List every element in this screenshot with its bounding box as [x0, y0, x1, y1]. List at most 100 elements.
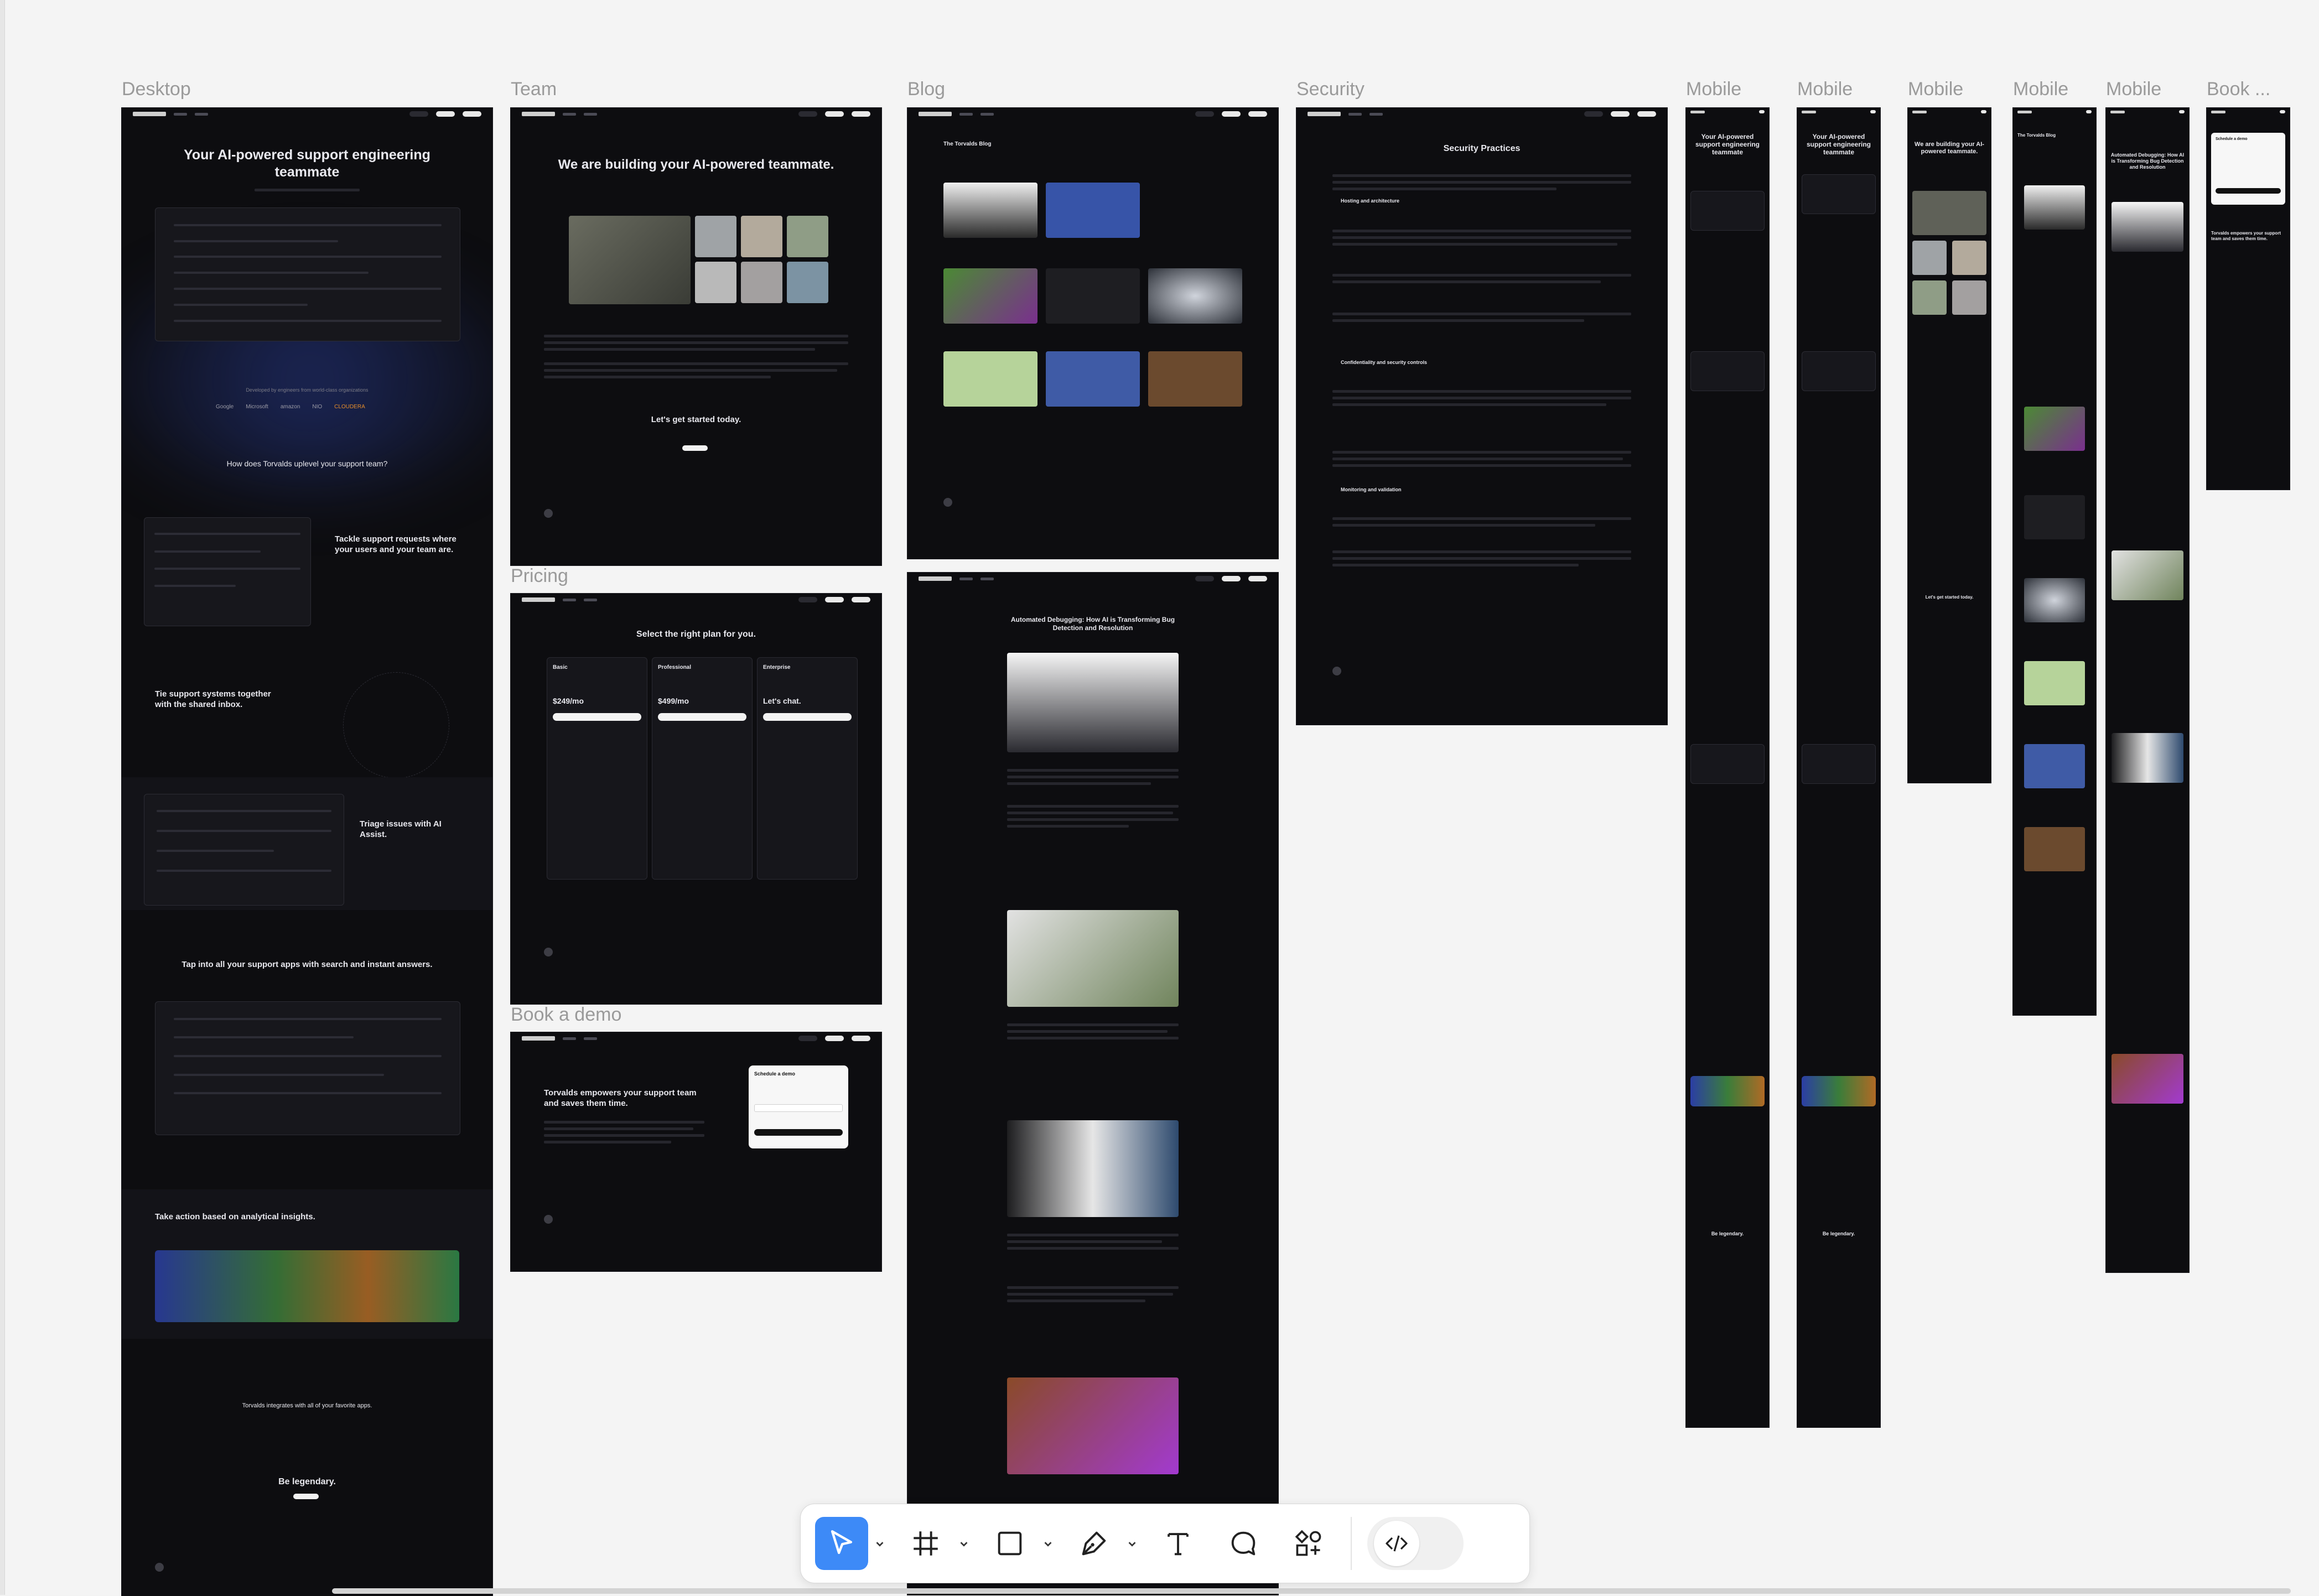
security-nav — [1296, 108, 1667, 120]
mobile-team-photo — [1912, 241, 1947, 275]
text-tool-button[interactable] — [1151, 1517, 1205, 1570]
frame-team[interactable]: We are building your AI-powered teammate… — [511, 108, 881, 565]
team-photo-6 — [787, 262, 828, 303]
design-canvas[interactable]: Desktop Team Pricing Book a demo Blog Se… — [0, 0, 2319, 1596]
frame-label-team[interactable]: Team — [511, 79, 557, 100]
blog-post-hero — [1007, 653, 1179, 752]
frame-label-desktop[interactable]: Desktop — [122, 79, 191, 100]
blog-thumb-2[interactable] — [1046, 183, 1140, 238]
left-panel-edge — [0, 0, 5, 1595]
plan-name: Professional — [658, 664, 692, 670]
mobile-team-photo — [1912, 280, 1947, 315]
plan-cta-button[interactable] — [763, 713, 852, 721]
mobile-team-photo — [1952, 241, 1986, 275]
plan-card-basic[interactable]: Basic $249/mo — [547, 657, 647, 880]
mobile-2-hero: Your AI-powered support engineering team… — [1806, 133, 1871, 156]
hero-app-screenshot — [155, 207, 460, 341]
frame-tool-button[interactable] — [899, 1517, 952, 1570]
desktop-hero-title: Your AI-powered support engineering team… — [184, 147, 430, 180]
frame-blog-index[interactable]: The Torvalds Blog — [907, 108, 1278, 559]
frame-mobile-3[interactable]: We are building your AI-powered teammate… — [1908, 108, 1991, 783]
mobile-demo-form[interactable]: Schedule a demo — [2211, 133, 2285, 205]
plan-cta-button[interactable] — [553, 713, 641, 721]
blog-post-nav — [907, 573, 1278, 585]
frame-mobile-5[interactable]: Automated Debugging: How AI is Transform… — [2106, 108, 2189, 1272]
frame-mobile-2[interactable]: Your AI-powered support engineering team… — [1797, 108, 1880, 1427]
plan-name: Enterprise — [763, 664, 791, 670]
mobile-post-image — [2112, 733, 2183, 783]
feature-3-screenshot — [144, 794, 344, 906]
blog-post-title: Automated Debugging: How AI is Transform… — [1010, 616, 1175, 632]
frame-label-mobile-3[interactable]: Mobile — [1908, 79, 1963, 100]
desktop-nav — [122, 108, 492, 120]
cta-button[interactable] — [293, 1494, 319, 1499]
blog-thumb-3[interactable] — [943, 268, 1037, 324]
feature-1-title: Tackle support requests where your users… — [335, 534, 456, 554]
demo-email-field[interactable] — [754, 1104, 843, 1112]
security-footer-logo — [1332, 667, 1341, 675]
team-photo-group — [569, 216, 691, 304]
blog-thumb-4[interactable] — [1046, 268, 1140, 324]
blog-title: The Torvalds Blog — [943, 141, 992, 147]
plan-card-enterprise[interactable]: Enterprise Let's chat. — [757, 657, 858, 880]
mobile-blog-thumb — [2024, 827, 2085, 871]
frame-label-pricing[interactable]: Pricing — [511, 565, 568, 587]
plan-price: $249/mo — [553, 696, 584, 705]
frame-book-mobile[interactable]: Schedule a demo Torvalds empowers your s… — [2207, 108, 2290, 490]
mobile-screenshot — [1802, 744, 1876, 784]
frame-label-mobile-2[interactable]: Mobile — [1797, 79, 1853, 100]
mobile-demo-submit[interactable] — [2216, 188, 2281, 194]
move-tool-caret[interactable] — [873, 1536, 887, 1551]
blog-thumb-5[interactable] — [1148, 268, 1242, 324]
comment-tool-button[interactable] — [1217, 1517, 1270, 1570]
blog-thumb-8[interactable] — [1148, 351, 1242, 407]
frame-desktop[interactable]: Your AI-powered support engineering team… — [122, 108, 492, 1596]
mobile-5-post-title: Automated Debugging: How AI is Transform… — [2110, 152, 2185, 170]
frame-security[interactable]: Security Practices Hosting and architect… — [1296, 108, 1667, 725]
frame-label-mobile-5[interactable]: Mobile — [2106, 79, 2161, 100]
dev-mode-knob — [1374, 1521, 1419, 1566]
cursor-arrow-icon — [831, 1530, 853, 1555]
pen-tool-caret[interactable] — [1125, 1536, 1139, 1551]
demo-form-title: Schedule a demo — [754, 1071, 796, 1077]
frame-mobile-1[interactable]: Your AI-powered support engineering team… — [1686, 108, 1769, 1427]
frame-book-demo[interactable]: Torvalds empowers your support team and … — [511, 1032, 881, 1271]
security-section-2: Confidentiality and security controls — [1341, 360, 1428, 365]
frame-label-book-demo[interactable]: Book a demo — [511, 1004, 621, 1026]
frame-mobile-4[interactable]: The Torvalds Blog — [2013, 108, 2096, 1015]
rectangle-icon — [998, 1531, 1022, 1556]
shape-tool-button[interactable] — [983, 1517, 1036, 1570]
plan-card-professional[interactable]: Professional $499/mo — [652, 657, 753, 880]
components-tool-button[interactable] — [1282, 1517, 1335, 1570]
frame-pricing[interactable]: Select the right plan for you. Basic $24… — [511, 594, 881, 1004]
frame-label-blog[interactable]: Blog — [907, 79, 945, 100]
team-cta-button[interactable] — [682, 445, 708, 451]
blog-thumb-1[interactable] — [943, 183, 1037, 238]
mobile-sankey — [1802, 1076, 1876, 1106]
plan-price: $499/mo — [658, 696, 689, 705]
demo-submit-button[interactable] — [754, 1129, 843, 1136]
mobile-nav — [2207, 108, 2290, 116]
horizontal-scrollbar[interactable] — [332, 1588, 2291, 1594]
pen-nib-icon — [1082, 1531, 1106, 1556]
dev-mode-toggle[interactable] — [1367, 1517, 1464, 1570]
hero-sub-line — [255, 189, 360, 191]
plan-cta-button[interactable] — [658, 713, 746, 721]
demo-form-card[interactable]: Schedule a demo — [749, 1065, 848, 1148]
mobile-screenshot — [1690, 744, 1765, 784]
blog-thumb-7[interactable] — [1046, 351, 1140, 407]
frame-label-mobile-1[interactable]: Mobile — [1686, 79, 1741, 100]
frame-label-mobile-4[interactable]: Mobile — [2013, 79, 2068, 100]
shape-tool-caret[interactable] — [1041, 1536, 1055, 1551]
text-t-icon — [1168, 1533, 1189, 1556]
frame-tool-caret[interactable] — [957, 1536, 971, 1551]
frame-blog-post[interactable]: Automated Debugging: How AI is Transform… — [907, 573, 1278, 1595]
book-demo-title: Torvalds empowers your support team and … — [544, 1088, 697, 1108]
pen-tool-button[interactable] — [1067, 1517, 1120, 1570]
logo-microsoft: Microsoft — [246, 404, 268, 410]
frame-label-security[interactable]: Security — [1296, 79, 1365, 100]
move-tool-button[interactable] — [815, 1517, 868, 1570]
feature-4-screenshot — [155, 1001, 460, 1135]
blog-thumb-6[interactable] — [943, 351, 1037, 407]
frame-label-book-mobile[interactable]: Book ... — [2207, 79, 2270, 100]
